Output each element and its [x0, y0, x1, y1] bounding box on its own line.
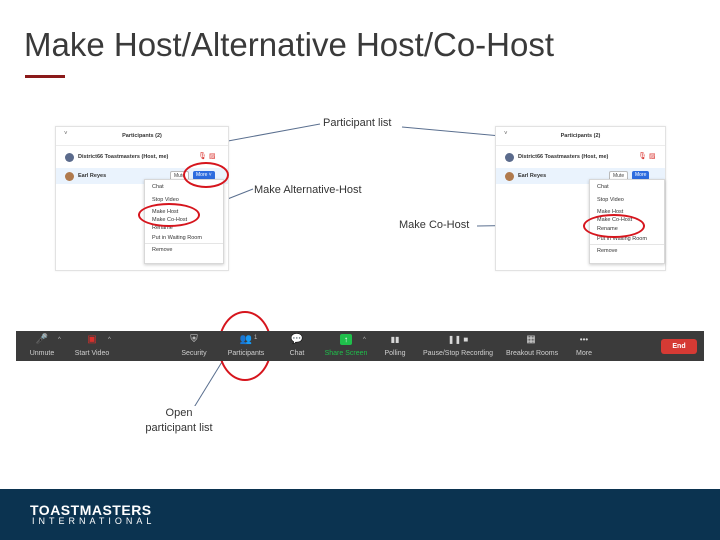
breakout-rooms-icon: ▦ — [526, 334, 536, 345]
logo-subtitle: INTERNATIONAL — [32, 516, 156, 526]
callout-make-alternative-host: Make Alternative-Host — [254, 184, 362, 196]
participant-name: District66 Toastmasters (Host, me) — [78, 154, 169, 160]
breakout-rooms-button[interactable]: ▦ Breakout Rooms — [506, 331, 558, 361]
toolbar-label: Polling — [384, 350, 406, 357]
polling-icon: ▮▮ — [390, 335, 400, 344]
toolbar-label: Chat — [289, 350, 305, 357]
panel-header: Participants (2) — [496, 127, 665, 146]
menu-item-waiting-room[interactable]: Put in Waiting Room — [145, 233, 223, 243]
avatar — [505, 172, 514, 181]
participants-panel-right: Participants (2) ˅ District66 Toastmaste… — [495, 126, 666, 271]
meeting-toolbar: 🎤 Unmute ^ ▣ Start Video ^ ⛨ Security 👥 … — [16, 331, 704, 361]
recording-button[interactable]: ❚❚ ■ Pause/Stop Recording — [423, 331, 493, 361]
end-meeting-button[interactable]: End — [661, 339, 697, 354]
toolbar-label: Unmute — [29, 350, 55, 357]
more-button[interactable]: ••• More — [571, 331, 597, 361]
toolbar-label: Start Video — [74, 350, 110, 357]
mic-icon: 🎤 — [35, 334, 49, 345]
avatar — [65, 172, 74, 181]
toolbar-label: Breakout Rooms — [506, 350, 559, 357]
line-to-participants — [192, 356, 226, 410]
participant-count: 1 — [254, 335, 258, 341]
line-to-left-panel — [227, 123, 321, 142]
toolbar-label: Participants — [227, 350, 265, 357]
chevron-up-icon[interactable]: ^ — [58, 337, 61, 343]
video-off-icon[interactable]: ▨ — [649, 149, 656, 165]
security-button[interactable]: ⛨ Security — [181, 331, 207, 361]
start-video-button[interactable]: ▣ Start Video ^ — [75, 331, 111, 361]
participant-row-host[interactable]: District66 Toastmasters (Host, me) 🎙 ▨ — [496, 149, 665, 165]
highlight-ring-make-host — [138, 203, 200, 227]
avatar — [505, 153, 514, 162]
callout-make-co-host: Make Co-Host — [399, 219, 470, 231]
chat-icon: 💬 — [290, 334, 304, 345]
chevron-up-icon[interactable]: ^ — [108, 337, 111, 343]
participant-name: District66 Toastmasters (Host, me) — [518, 154, 609, 160]
callout-participant-list: Participant list — [323, 117, 392, 129]
polling-button[interactable]: ▮▮ Polling — [382, 331, 408, 361]
chevron-up-icon[interactable]: ^ — [363, 337, 366, 343]
participant-name: Earl Reyes — [518, 173, 547, 179]
highlight-ring-make-co-host — [583, 214, 645, 238]
share-screen-button[interactable]: ↑ Share Screen ^ — [325, 331, 367, 361]
menu-item-remove[interactable]: Remove — [145, 242, 223, 257]
shield-icon: ⛨ — [190, 334, 198, 345]
callout-open-participant-list: Open participant list — [143, 406, 215, 436]
share-screen-icon: ↑ — [340, 334, 352, 345]
menu-item-remove[interactable]: Remove — [590, 243, 664, 258]
menu-item-chat[interactable]: Chat — [590, 181, 664, 194]
ellipsis-icon: ••• — [579, 335, 589, 344]
participant-name: Earl Reyes — [78, 173, 107, 179]
participants-button[interactable]: 👥 1 Participants — [228, 331, 265, 361]
toolbar-label: Security — [181, 350, 207, 357]
collapse-icon[interactable]: ˅ — [64, 131, 68, 137]
chat-button[interactable]: 💬 Chat — [284, 331, 310, 361]
mic-muted-icon[interactable]: 🎙 — [638, 149, 647, 165]
collapse-icon[interactable]: ˅ — [504, 131, 508, 137]
highlight-ring-more — [183, 162, 229, 188]
panel-header: Participants (2) — [56, 127, 228, 146]
unmute-button[interactable]: 🎤 Unmute ^ — [30, 331, 61, 361]
pause-stop-icon: ❚❚ ■ — [447, 335, 469, 344]
toolbar-label: More — [576, 350, 592, 357]
video-icon: ▣ — [87, 334, 97, 345]
toolbar-label: Pause/Stop Recording — [423, 350, 494, 357]
avatar — [65, 153, 74, 162]
toolbar-label: Share Screen — [324, 350, 368, 357]
menu-item-stop-video[interactable]: Stop Video — [590, 194, 664, 207]
participants-panel-left: Participants (2) ˅ District66 Toastmaste… — [55, 126, 229, 271]
